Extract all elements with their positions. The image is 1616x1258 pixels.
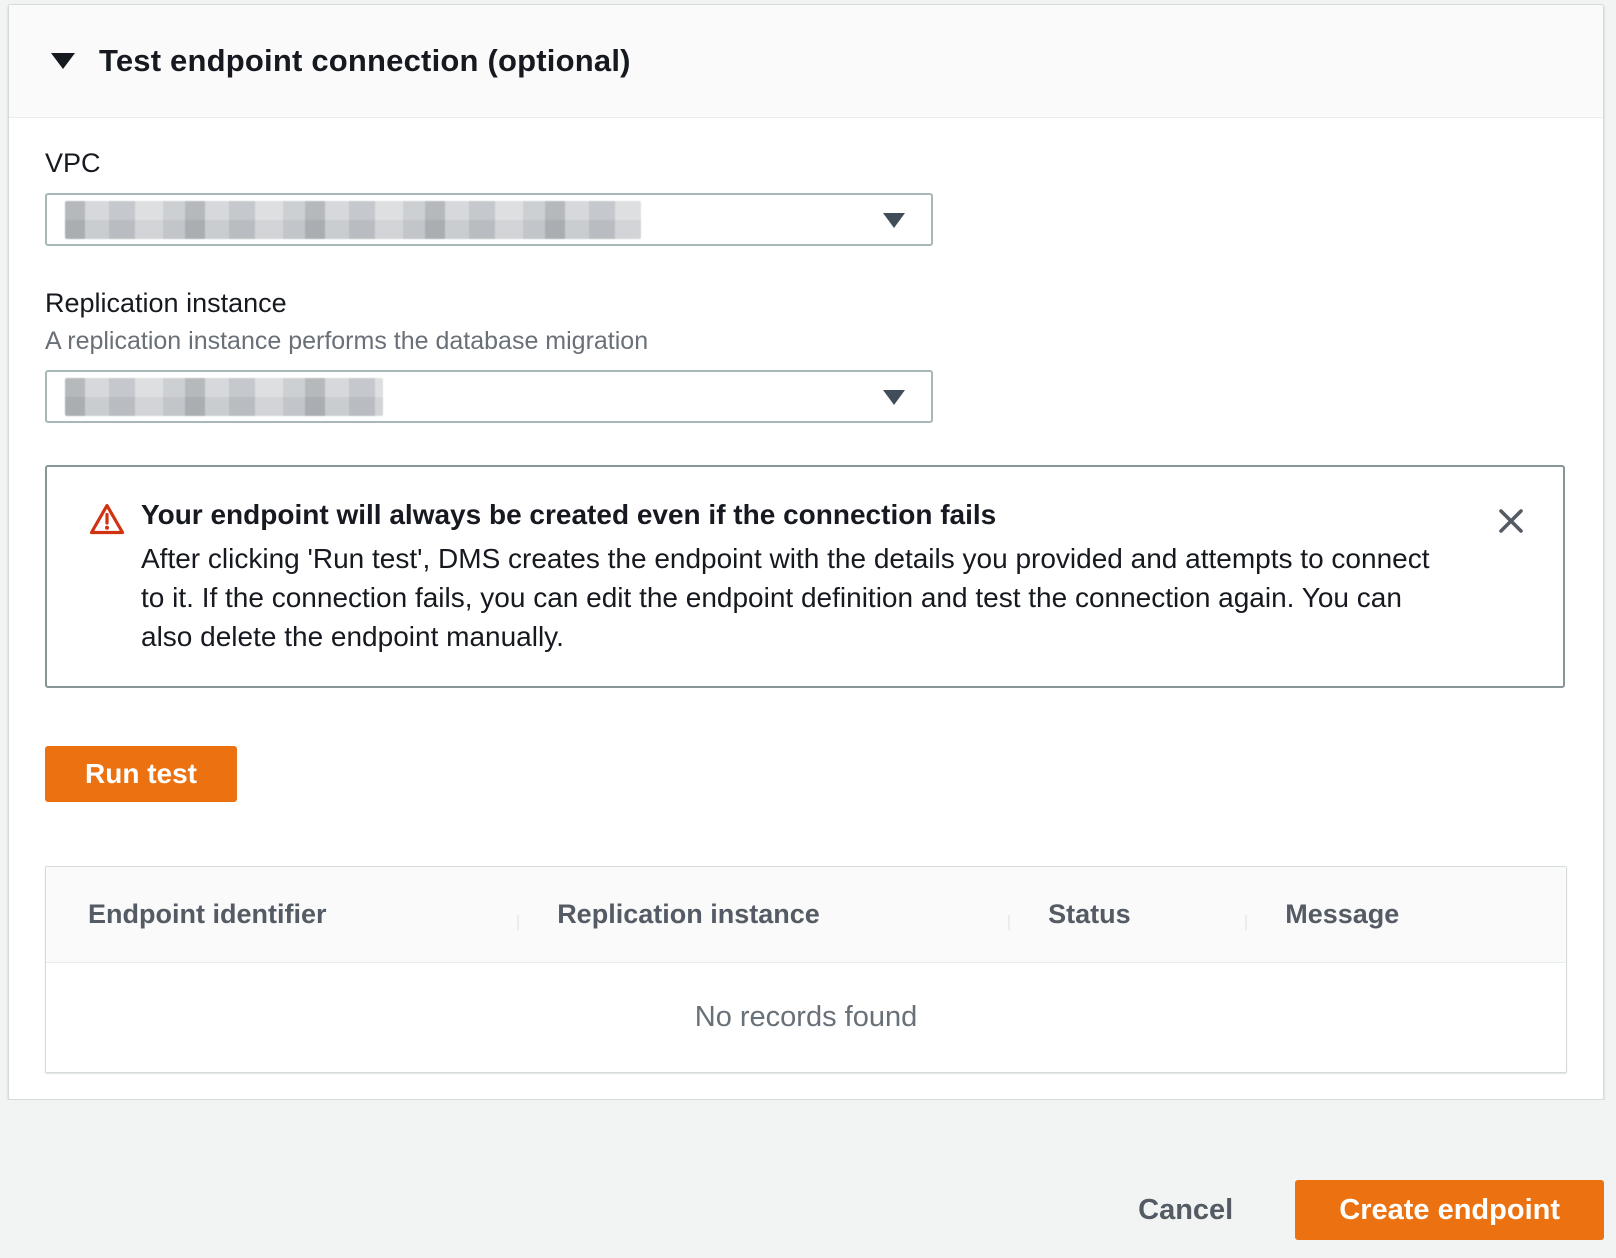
replication-instance-description: A replication instance performs the data…	[45, 327, 1563, 356]
chevron-down-icon	[883, 213, 905, 228]
warning-body: After clicking 'Run test', DMS creates t…	[141, 539, 1441, 656]
run-test-button[interactable]: Run test	[45, 746, 237, 802]
test-endpoint-connection-panel: Test endpoint connection (optional) VPC …	[8, 4, 1604, 1100]
test-results-table: Endpoint identifier Replication instance…	[45, 866, 1567, 1073]
warning-alert: Your endpoint will always be created eve…	[45, 465, 1565, 688]
panel-header[interactable]: Test endpoint connection (optional)	[9, 5, 1603, 118]
cancel-button[interactable]: Cancel	[1138, 1194, 1233, 1227]
column-header-message: Message	[1245, 899, 1566, 930]
vpc-select[interactable]	[45, 193, 933, 246]
create-endpoint-button[interactable]: Create endpoint	[1295, 1180, 1604, 1240]
form-footer: Cancel Create endpoint	[0, 1100, 1616, 1258]
panel-title: Test endpoint connection (optional)	[99, 43, 631, 79]
table-empty-state: No records found	[46, 963, 1566, 1072]
column-header-status: Status	[1008, 899, 1245, 930]
replication-instance-select[interactable]	[45, 370, 933, 423]
vpc-label: VPC	[45, 148, 1563, 179]
column-header-replication-instance: Replication instance	[517, 899, 1008, 930]
warning-triangle-icon	[89, 502, 125, 541]
warning-title: Your endpoint will always be created eve…	[141, 499, 1441, 531]
collapse-triangle-icon[interactable]	[51, 53, 75, 69]
redacted-vpc-value	[65, 201, 641, 239]
table-header-row: Endpoint identifier Replication instance…	[46, 867, 1566, 963]
column-header-endpoint-identifier: Endpoint identifier	[46, 899, 517, 930]
redacted-replication-instance-value	[65, 378, 383, 416]
panel-body: VPC Replication instance A replication i…	[9, 118, 1603, 1073]
warning-text-block: Your endpoint will always be created eve…	[141, 499, 1441, 656]
close-warning-button[interactable]	[1491, 501, 1531, 541]
close-icon	[1495, 505, 1527, 537]
replication-instance-label: Replication instance	[45, 288, 1563, 319]
chevron-down-icon	[883, 390, 905, 405]
